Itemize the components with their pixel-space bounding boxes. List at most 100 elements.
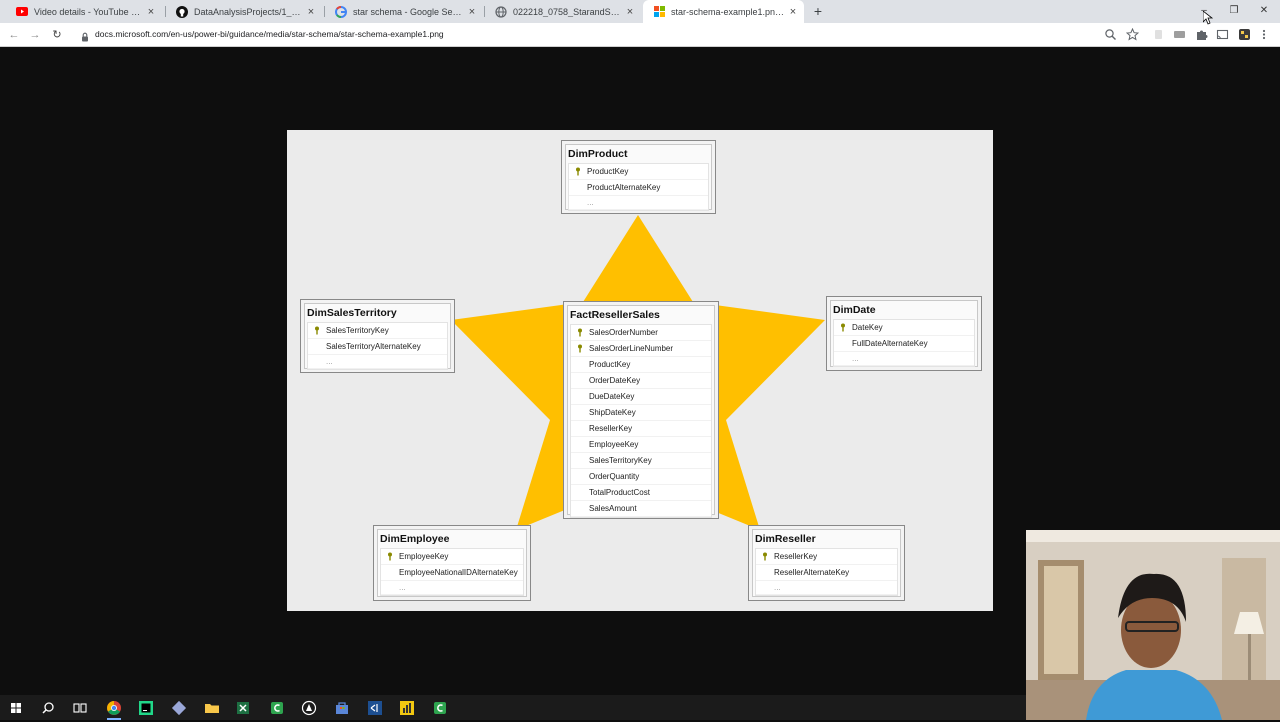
tab-starandsnow-image[interactable]: 022218_0758_StarandSnow1.png × [485,0,641,23]
column-row: SalesTerritoryAlternateKey [308,339,447,355]
more-columns: ... [381,581,523,595]
tab-close-icon[interactable]: × [623,6,637,18]
table-name: DimSalesTerritory [307,307,397,319]
column-row: SalesOrderNumber [571,325,711,341]
column-row: EmployeeKey [381,549,523,565]
store-icon[interactable] [333,699,351,717]
column-name: ResellerAlternateKey [774,568,850,577]
table-name: DimProduct [568,148,628,160]
menu-kebab-icon[interactable] [1260,28,1268,41]
powerbi-icon[interactable] [398,699,416,717]
fact-reseller-sales-table: FactResellerSales SalesOrderNumber SalesO… [563,301,719,519]
column-name: ProductKey [589,360,631,369]
column-name: SalesAmount [589,504,637,513]
ellipsis-text: ... [326,357,333,366]
tab-label: star schema - Google Search [353,6,465,17]
column-name: ResellerKey [774,552,818,561]
column-name: ShipDateKey [589,408,636,417]
pycharm-icon[interactable] [137,699,155,717]
vscode-icon[interactable] [366,699,384,717]
lock-icon[interactable] [80,29,90,42]
bookmark-star-icon[interactable] [1125,27,1140,41]
chrome-icon[interactable] [105,699,123,720]
primary-key-icon [834,323,852,332]
close-window-button[interactable]: ✕ [1256,3,1272,19]
column-name: OrderQuantity [589,472,640,481]
column-name: FullDateAlternateKey [852,339,928,348]
zoom-icon[interactable] [1104,28,1117,41]
table-name: DimEmployee [380,533,450,545]
tab-google-search[interactable]: star schema - Google Search × [325,0,483,23]
primary-key-icon [381,552,399,561]
column-row: ResellerKey [756,549,897,565]
git-icon[interactable] [170,699,188,717]
ellipsis-text: ... [852,354,859,363]
tab-label: 022218_0758_StarandSnow1.png [513,6,623,17]
tab-label: Video details - YouTube Studio [34,6,144,17]
dim-sales-territory-table: DimSalesTerritory SalesTerritoryKey Sale… [300,299,455,373]
column-row: EmployeeKey [571,437,711,453]
tab-close-icon[interactable]: × [144,6,158,18]
microsoft-icon [653,6,665,18]
tab-close-icon[interactable]: × [465,6,479,18]
new-tab-button[interactable]: + [810,3,826,19]
extension-icon[interactable] [1152,28,1165,41]
restore-button[interactable]: ❐ [1226,3,1242,19]
search-icon[interactable] [39,699,57,717]
column-name: SalesTerritoryKey [589,456,652,465]
column-row: ShipDateKey [571,405,711,421]
column-name: DateKey [852,323,883,332]
google-icon [335,5,347,18]
tab-close-icon[interactable]: × [304,6,318,18]
column-list: ProductKey ProductAlternateKey ... [568,163,709,211]
column-name: SalesOrderNumber [589,328,658,337]
dim-employee-table: DimEmployee EmployeeKey EmployeeNational… [373,525,531,601]
forward-button[interactable]: → [27,27,43,43]
url-field[interactable]: docs.microsoft.com/en-us/power-bi/guidan… [95,29,444,39]
extensions-puzzle-icon[interactable] [1195,28,1208,41]
tab-strip: Video details - YouTube Studio × DataAna… [0,0,1280,23]
column-row: DateKey [834,320,974,336]
windows-start-icon[interactable] [7,699,25,717]
github-icon [176,5,188,18]
globe-icon [495,5,507,18]
tab-close-icon[interactable]: × [786,6,800,18]
app-icon[interactable] [300,699,318,717]
profile-extension-icon[interactable] [1238,28,1251,41]
column-name: OrderDateKey [589,376,641,385]
column-name: ProductKey [587,167,629,176]
webcam-presenter [1026,530,1280,720]
tab-star-schema-example[interactable]: star-schema-example1.png (848 × [643,0,804,23]
column-row: EmployeeNationalIDAlternateKey [381,565,523,581]
task-view-icon[interactable] [71,699,89,717]
camtasia-recorder-icon[interactable] [431,699,449,717]
extension-icon[interactable] [1173,28,1186,41]
column-row: TotalProductCost [571,485,711,501]
tab-label: star-schema-example1.png (848 [671,6,786,17]
column-name: SalesTerritoryKey [326,326,389,335]
column-list: ResellerKey ResellerAlternateKey ... [755,548,898,596]
dim-date-table: DimDate DateKey FullDateAlternateKey ... [826,296,982,371]
tab-github[interactable]: DataAnalysisProjects/1_SalesIns × [166,0,322,23]
camtasia-icon[interactable] [268,699,286,717]
more-columns: ... [834,352,974,366]
column-row: ProductKey [569,164,708,180]
column-name: ResellerKey [589,424,633,433]
column-name: SalesOrderLineNumber [589,344,674,353]
primary-key-icon [569,167,587,176]
column-row: OrderDateKey [571,373,711,389]
back-button[interactable]: ← [6,27,22,43]
column-list: SalesOrderNumber SalesOrderLineNumber Prod… [570,324,712,518]
cast-icon[interactable] [1216,28,1229,41]
ellipsis-text: ... [774,583,781,592]
excel-icon[interactable] [234,699,252,717]
column-row: ProductKey [571,357,711,373]
primary-key-icon [571,344,589,353]
column-list: EmployeeKey EmployeeNationalIDAlternateK… [380,548,524,596]
file-explorer-icon[interactable] [203,699,221,717]
star-schema-image[interactable]: DimProduct ProductKey ProductAlternateKe… [287,130,993,611]
mouse-cursor-icon [1202,10,1214,25]
column-name: DueDateKey [589,392,635,401]
tab-youtube-studio[interactable]: Video details - YouTube Studio × [6,0,162,23]
reload-button[interactable]: ↻ [49,27,65,43]
